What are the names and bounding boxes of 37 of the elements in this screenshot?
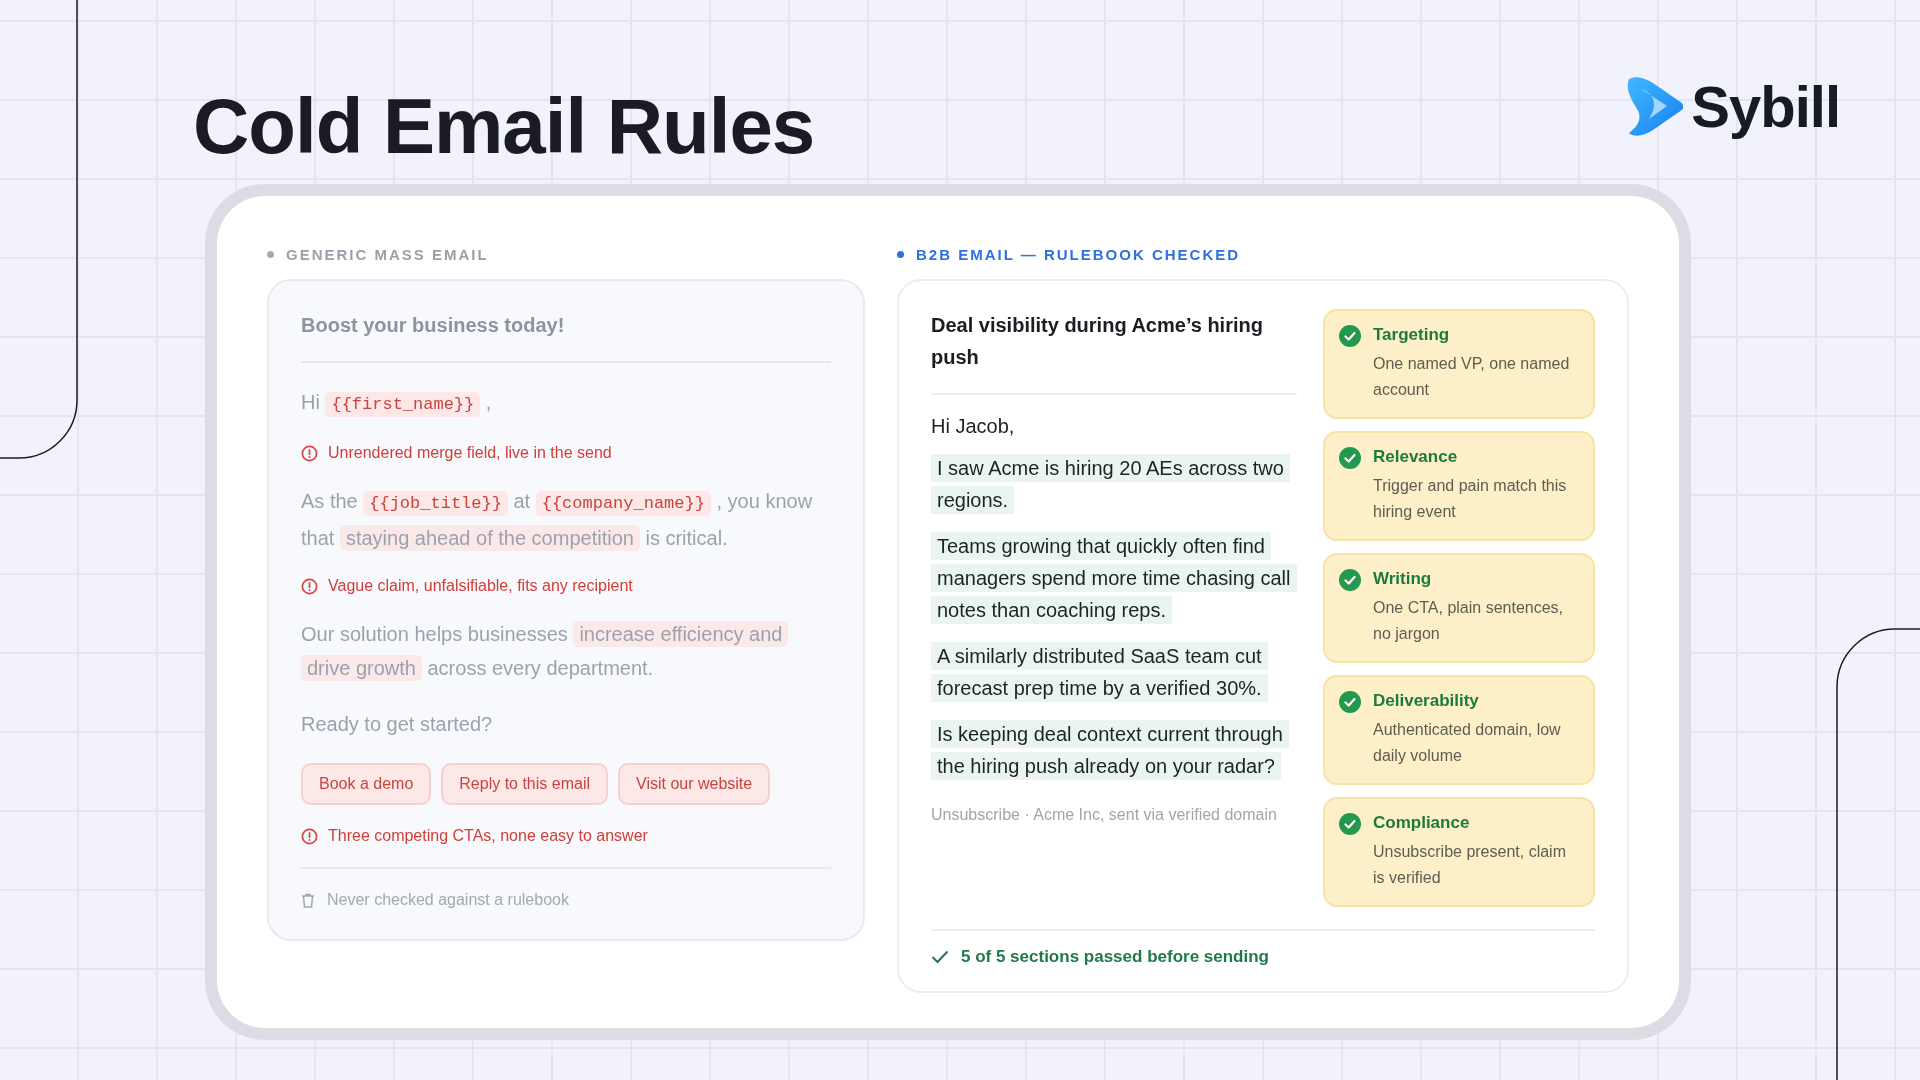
rule-title: Writing xyxy=(1373,569,1433,589)
alert-icon xyxy=(301,577,318,595)
warning-text: Vague claim, unfalsifiable, fits any recipient xyxy=(328,577,633,595)
email-signature: Unsubscribe · Acme Inc, sent via verified domain xyxy=(931,805,1278,825)
section-label: B2B EMAIL — RULEBOOK CHECKED xyxy=(916,246,1241,263)
rule-description: One CTA, plain sentences, no jargon xyxy=(1373,598,1565,644)
email-paragraph: Hi {{first_name}} , xyxy=(301,385,831,422)
cta-button[interactable]: Book a demo xyxy=(301,763,432,805)
rule-description: Authenticated domain, low daily volume xyxy=(1373,720,1562,766)
summary-text: 5 of 5 sections passed before sending xyxy=(961,947,1269,967)
email-subject: Boost your business today! xyxy=(301,309,831,363)
cta-button[interactable]: Reply to this email xyxy=(441,763,608,805)
trash-icon xyxy=(301,892,315,908)
rule-title: Targeting xyxy=(1373,325,1451,345)
brand-name: Sybill xyxy=(1691,72,1840,140)
email-paragraph: As the {{job_title}} at {{company_name}} , you know that staying ahead of the competition is critical. xyxy=(301,489,814,553)
check-icon xyxy=(931,950,949,964)
rule-title: Deliverability xyxy=(1373,691,1480,711)
cta-button[interactable]: Visit our website xyxy=(618,763,771,805)
email-greeting: Hi Jacob, xyxy=(931,415,1016,438)
warning-text: Unrendered merge field, live in the send xyxy=(328,444,612,462)
warning-text: Three competing CTAs, none easy to answer xyxy=(328,827,648,845)
status-dot xyxy=(267,251,274,258)
section-label: GENERIC MASS EMAIL xyxy=(286,246,489,263)
rule-description: Trigger and pain match this hiring event xyxy=(1373,476,1568,522)
status-dot xyxy=(897,251,904,258)
footer-note: Never checked against a rulebook xyxy=(327,891,569,909)
rule-title: Compliance xyxy=(1373,813,1471,833)
rule-description: One named VP, one named account xyxy=(1373,354,1571,400)
alert-icon xyxy=(301,444,318,462)
email-subject: Deal visibility during Acme’s hiring push xyxy=(931,309,1297,395)
email-paragraph: Ready to get started? xyxy=(301,712,494,737)
rule-title: Relevance xyxy=(1373,447,1459,467)
alert-icon xyxy=(301,827,318,845)
email-paragraph: Teams growing that quickly often find managers spend more time chasing call notes than coaching reps. xyxy=(931,530,1297,626)
page-title: Cold Email Rules xyxy=(193,80,815,172)
rule-description: Unsubscribe present, claim is verified xyxy=(1373,842,1567,888)
